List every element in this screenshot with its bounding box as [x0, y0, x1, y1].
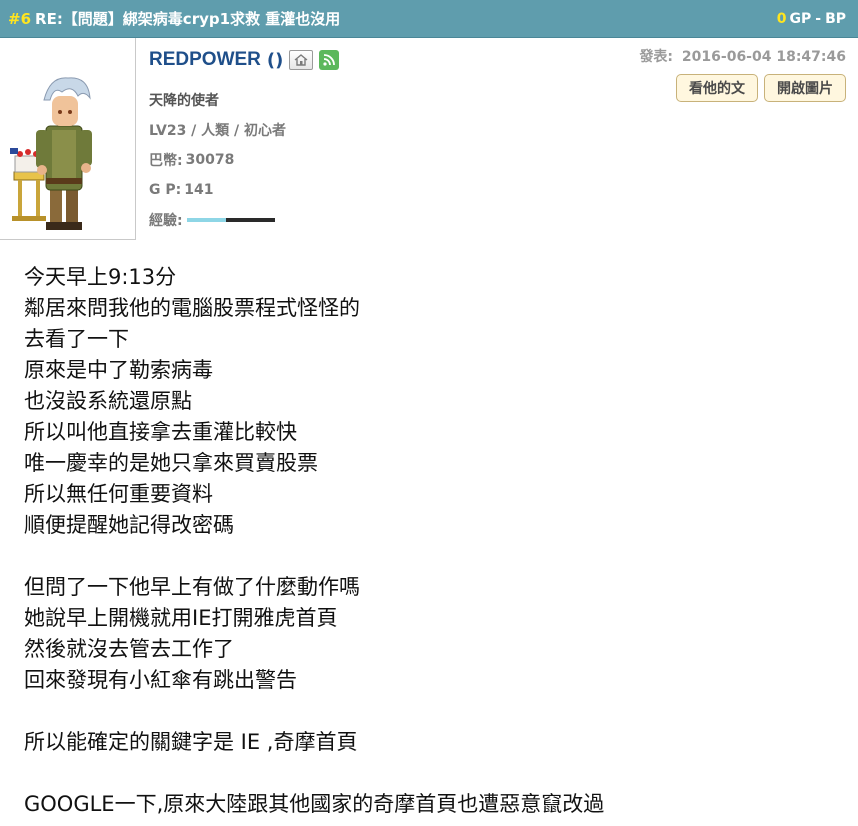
coins-label: 巴幣:	[149, 153, 183, 169]
content-line: 鄰居來問我他的電腦股票程式怪怪的	[24, 296, 360, 320]
content-line: 她說早上開機就用IE打開雅虎首頁	[24, 606, 338, 630]
rss-icon[interactable]	[319, 50, 340, 70]
exp-progress-fill	[186, 218, 227, 222]
content-line: 也沒設系統還原點	[24, 389, 192, 413]
content-line: 所以能確定的關鍵字是 IE ,奇摩首頁	[24, 730, 358, 754]
content-line: 所以無任何重要資料	[24, 482, 213, 506]
content-line: 唯一慶幸的是她只拿來買賣股票	[24, 451, 318, 475]
author-exp: 經驗:	[149, 205, 569, 235]
content-line: 但問了一下他早上有做了什麼動作嗎	[24, 575, 360, 599]
gp-label[interactable]: GP	[789, 11, 811, 27]
gp-count[interactable]: 0	[777, 11, 787, 27]
floor-number: #6	[8, 9, 32, 28]
post-time: 發表: 2016-06-04 18:47:46	[639, 46, 846, 66]
author-username[interactable]: REDPOWER	[149, 49, 261, 71]
gp-stat-label: G P:	[149, 182, 182, 198]
gp-stat-value: 141	[184, 182, 214, 198]
home-icon[interactable]	[289, 50, 314, 70]
content-line: 去看了一下	[24, 327, 129, 351]
post-header-bar: #6 RE:【問題】綁架病毒cryp1求救 重灌也沒用 0 GP - BP	[0, 0, 858, 38]
post-meta: 發表: 2016-06-04 18:47:46 看他的文 開啟圖片	[639, 46, 846, 102]
content-line: 今天早上9:13分	[24, 265, 177, 289]
author-gp: G P: 141	[149, 175, 569, 205]
author-info: REDPOWER () 天降的使者 LV23 / 人類 / 初心者 巴幣: 30…	[149, 46, 569, 235]
gp-bp-separator: -	[815, 10, 822, 27]
avatar-character-image	[10, 77, 92, 230]
open-images-button[interactable]: 開啟圖片	[764, 74, 846, 102]
author-level: LV23 / 人類 / 初心者	[149, 123, 287, 139]
content-line: 順便提醒她記得改密碼	[24, 513, 234, 537]
content-line: GOOGLE一下,原來大陸跟其他國家的奇摩首頁也遭惡意竄改過	[24, 792, 605, 816]
author-id-parens: ()	[266, 49, 284, 71]
gp-bp-counter: 0 GP - BP	[777, 11, 846, 27]
post-content: 今天早上9:13分鄰居來問我他的電腦股票程式怪怪的 去看了一下原來是中了勒索病毒也…	[24, 262, 844, 820]
content-line: 原來是中了勒索病毒	[24, 358, 213, 382]
post-actions: 看他的文 開啟圖片	[639, 74, 846, 102]
avatar[interactable]	[0, 38, 136, 240]
bp-label[interactable]: BP	[825, 11, 846, 27]
exp-progress-bar	[186, 218, 275, 222]
content-line: 所以叫他直接拿去重灌比較快	[24, 420, 297, 444]
author-coins: 巴幣: 30078	[149, 145, 569, 175]
post-title-text[interactable]: RE:【問題】綁架病毒cryp1求救 重灌也沒用	[35, 8, 340, 29]
exp-label: 經驗:	[149, 213, 183, 229]
coins-value: 30078	[185, 152, 235, 168]
post-time-value: 2016-06-04 18:47:46	[681, 49, 846, 65]
post-time-label: 發表:	[639, 49, 674, 65]
author-name-row: REDPOWER ()	[149, 46, 569, 74]
view-author-posts-button[interactable]: 看他的文	[676, 74, 758, 102]
content-line: 回來發現有小紅傘有跳出警告	[24, 668, 297, 692]
content-line: 然後就沒去管去工作了	[24, 637, 234, 661]
author-title: 天降的使者	[149, 93, 219, 109]
post-title: #6 RE:【問題】綁架病毒cryp1求救 重灌也沒用	[8, 8, 340, 29]
